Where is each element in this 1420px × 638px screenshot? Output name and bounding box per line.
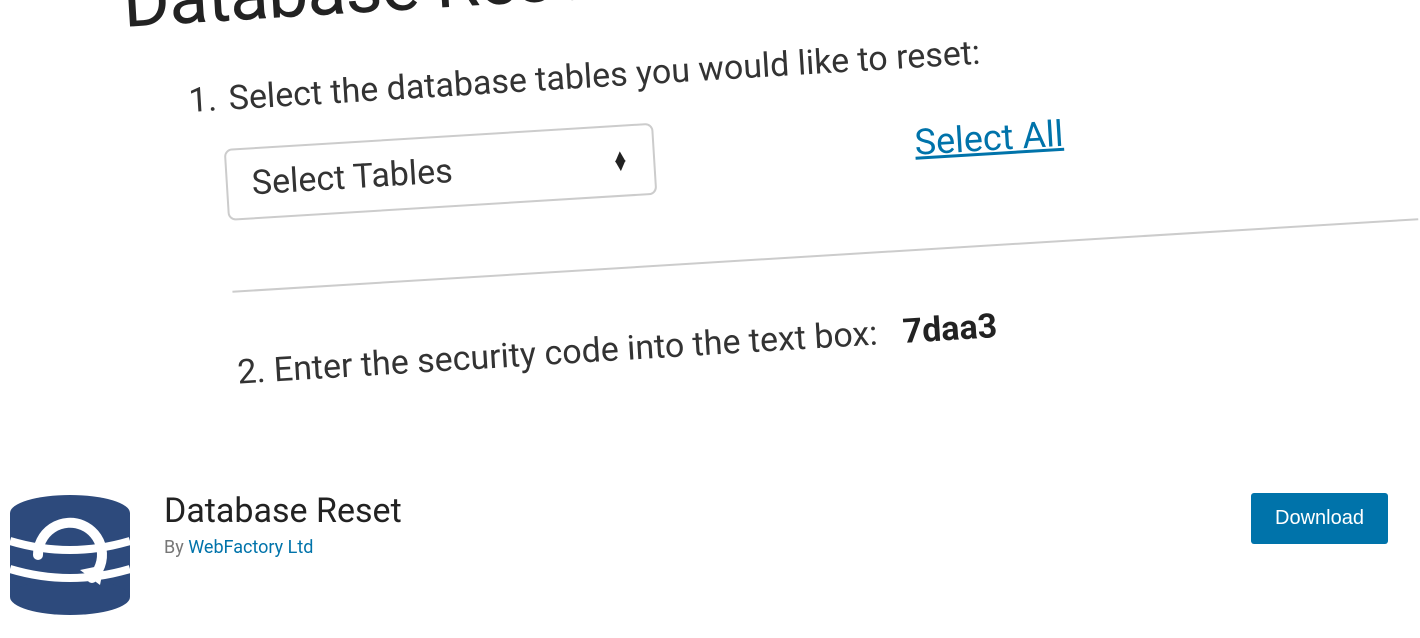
plugin-icon (0, 485, 140, 625)
step-one-text: Select the database tables you would lik… (228, 33, 982, 119)
hero-screenshot: Database Reset 1. Select the database ta… (0, 0, 1420, 463)
plugin-name: Database Reset (164, 491, 1227, 531)
byline-prefix: By (164, 537, 188, 558)
step-two-text: Enter the security code into the text bo… (273, 313, 879, 390)
step-two: 2. Enter the security code into the text… (236, 279, 1420, 393)
security-code: 7daa3 (901, 306, 998, 352)
step-one-number: 1. (188, 79, 218, 121)
download-button[interactable]: Download (1251, 493, 1388, 544)
divider (232, 218, 1418, 293)
tables-select[interactable]: Select Tables ▲ ▼ (224, 123, 658, 221)
plugin-header: Database Reset By WebFactory Ltd Downloa… (0, 463, 1420, 625)
step-two-number: 2. (236, 351, 266, 393)
sort-caret-icon: ▲ ▼ (611, 151, 630, 170)
plugin-byline: By WebFactory Ltd (164, 537, 1227, 558)
plugin-author-link[interactable]: WebFactory Ltd (188, 537, 313, 558)
tables-select-value: Select Tables (251, 151, 454, 203)
select-all-link[interactable]: Select All (913, 113, 1064, 164)
